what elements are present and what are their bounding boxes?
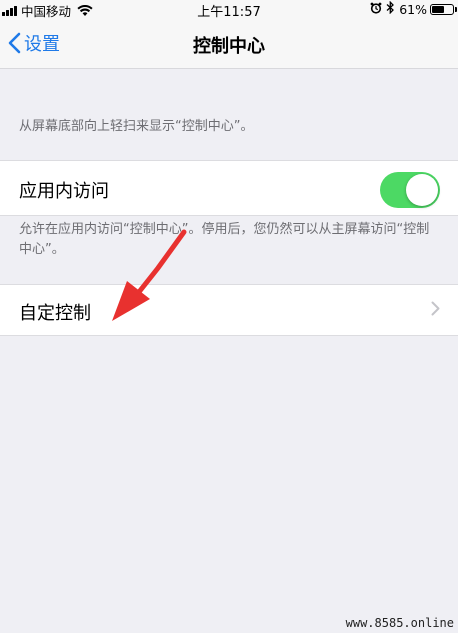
navigation-bar: 设置 控制中心 bbox=[0, 20, 458, 69]
customize-controls-cell[interactable]: 自定控制 bbox=[0, 284, 458, 336]
battery-icon bbox=[430, 3, 457, 15]
access-within-apps-cell: 应用内访问 bbox=[0, 160, 458, 216]
access-within-apps-footer: 允许在应用内访问“控制中心”。停用后，您仍然可以从主屏幕访问“控制中心”。 bbox=[19, 222, 430, 257]
battery-percent: 61% bbox=[399, 1, 427, 17]
access-within-apps-toggle[interactable] bbox=[380, 172, 440, 208]
page-title: 控制中心 bbox=[193, 36, 265, 57]
battery-tip bbox=[455, 6, 457, 12]
status-right: 61% bbox=[366, 0, 457, 17]
section-header-hint: 从屏幕底部向上轻扫来显示“控制中心”。 bbox=[19, 119, 254, 134]
chevron-right-icon bbox=[431, 301, 440, 316]
watermark: www.8585.online bbox=[345, 616, 454, 630]
access-within-apps-label: 应用内访问 bbox=[19, 181, 109, 202]
toggle-knob bbox=[406, 174, 438, 206]
battery-level-fill bbox=[432, 5, 444, 13]
bluetooth-icon bbox=[386, 0, 395, 17]
alarm-icon bbox=[370, 2, 382, 17]
status-bar: 中国移动 上午11:57 61% bbox=[0, 0, 458, 20]
customize-controls-label: 自定控制 bbox=[19, 303, 91, 324]
